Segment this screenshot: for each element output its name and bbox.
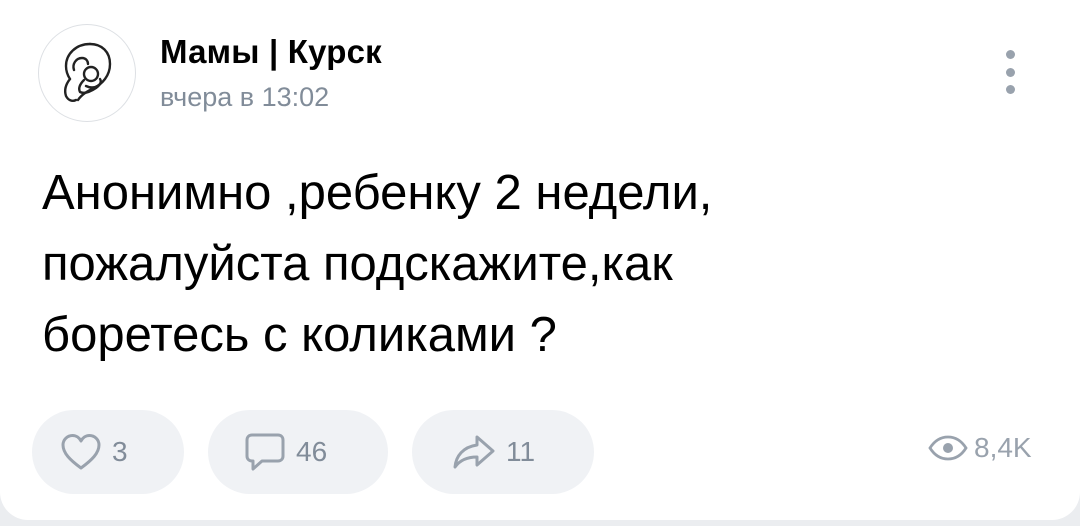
post-text: Анонимно ,ребенку 2 недели, пожалуйста п… (42, 166, 713, 362)
like-button[interactable]: 3 (32, 410, 184, 494)
heart-icon (61, 434, 101, 470)
menu-dot (1005, 67, 1015, 77)
comment-button[interactable]: 46 (208, 410, 388, 494)
post-timestamp[interactable]: вчера в 13:02 (160, 82, 329, 113)
mother-and-baby-logo-icon (64, 42, 112, 102)
share-button[interactable]: 11 (412, 410, 594, 494)
menu-dot (1005, 85, 1015, 94)
group-name[interactable]: Мамы | Курск (160, 33, 382, 71)
shares-count: 11 (506, 436, 536, 467)
views-count: 8,4K (974, 432, 1032, 463)
comments-count: 46 (296, 436, 328, 467)
more-vertical-icon[interactable] (990, 48, 1030, 96)
likes-count: 3 (112, 436, 128, 467)
eye-icon (928, 435, 968, 461)
views-counter: 8,4K (928, 432, 1032, 464)
share-arrow-icon (453, 435, 495, 469)
group-avatar[interactable] (38, 24, 136, 122)
menu-dot (1005, 50, 1015, 59)
post-card: Мамы | Курск вчера в 13:02 Анонимно ,реб… (0, 0, 1080, 520)
comment-icon (245, 433, 285, 471)
